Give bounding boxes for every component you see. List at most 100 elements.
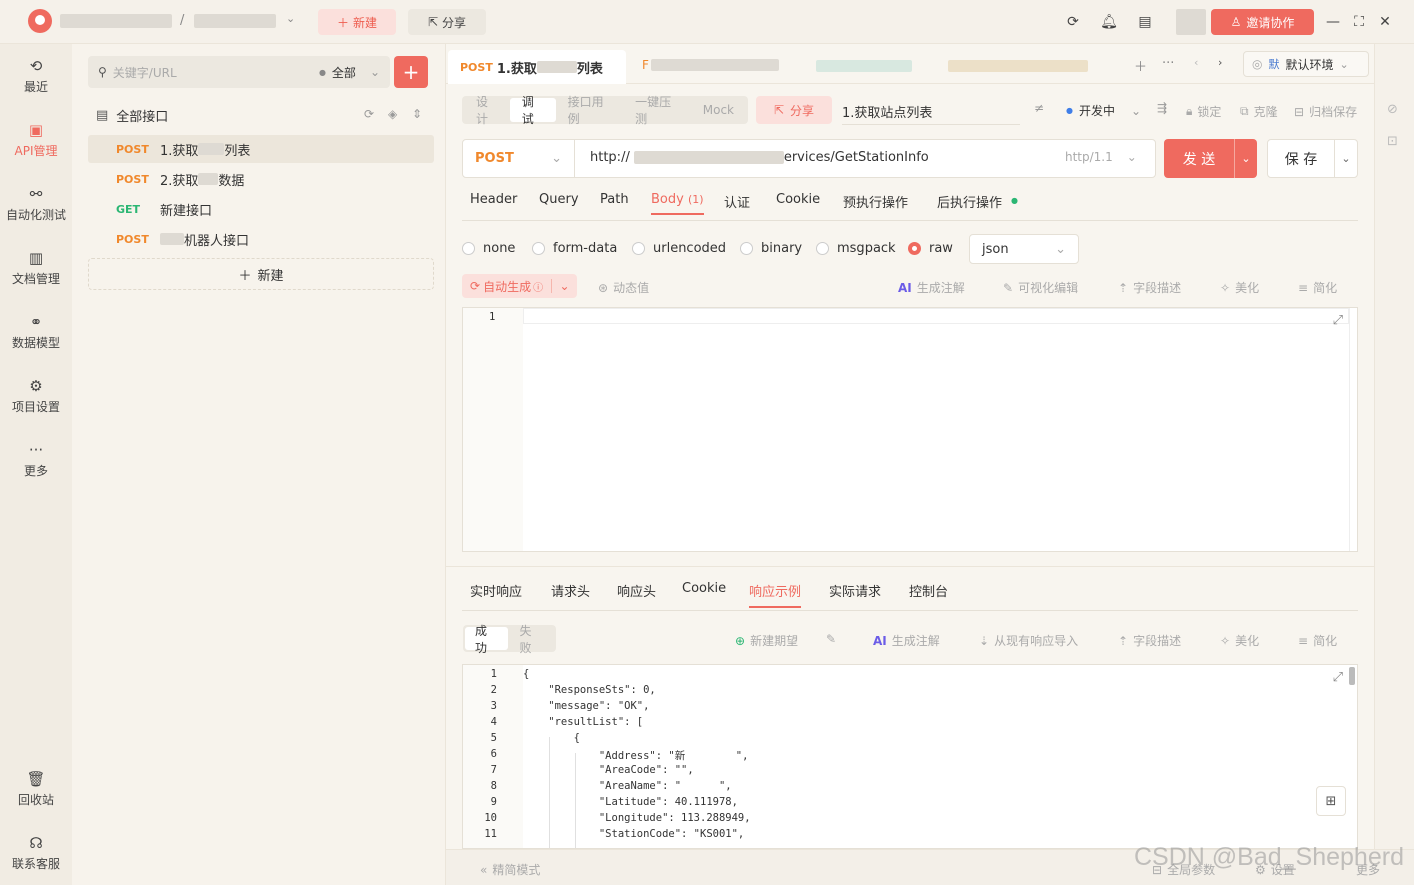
chevron-down-icon[interactable]: ⌄ bbox=[370, 65, 380, 79]
resp-ai-comment-button[interactable]: AI 生成注解 bbox=[873, 632, 940, 649]
tab-actual-request[interactable]: 实际请求 bbox=[829, 581, 881, 600]
save-button[interactable]: 保 存 ⌄ bbox=[1267, 139, 1358, 178]
chevron-down-icon[interactable]: ⌄ bbox=[286, 12, 295, 25]
radio-raw[interactable]: raw bbox=[908, 241, 953, 256]
new-button[interactable]: ＋新建 bbox=[318, 9, 396, 35]
check-circle-icon[interactable]: ⊘ bbox=[1387, 102, 1398, 117]
archive-button[interactable]: ⊟ 归档保存 bbox=[1294, 103, 1357, 120]
nav-settings[interactable]: ⚙ 项目设置 bbox=[0, 376, 72, 415]
refresh-icon[interactable]: ⟳ bbox=[1060, 9, 1086, 35]
tree-new-button[interactable]: ＋新建 bbox=[88, 258, 434, 290]
field-desc-button[interactable]: ⇡ 字段描述 bbox=[1118, 279, 1181, 296]
tree-item[interactable]: POST 1.获取 列表 bbox=[88, 135, 434, 163]
chevron-right-icon[interactable]: › bbox=[1218, 56, 1222, 69]
refresh-icon[interactable]: ⟳ bbox=[364, 107, 374, 121]
expand-icon[interactable]: ⤢ bbox=[1333, 670, 1343, 685]
radio-msgpack[interactable]: msgpack bbox=[816, 241, 896, 256]
scrollbar[interactable] bbox=[1349, 308, 1357, 551]
tab-active[interactable]: POST 1.获取 列表 bbox=[448, 50, 626, 84]
radio-urlencoded[interactable]: urlencoded bbox=[632, 241, 726, 256]
success-tab[interactable]: 成功 bbox=[465, 624, 508, 655]
env-select[interactable]: ◎ 默 默认环境 ⌄ bbox=[1243, 51, 1369, 77]
response-editor[interactable]: 1 {2 "ResponseSts": 0, 3 "message": "OK", 4… bbox=[462, 664, 1358, 849]
status-select[interactable]: ● 开发中 ⌄ bbox=[1066, 102, 1141, 119]
close-icon[interactable]: ✕ bbox=[1372, 9, 1398, 35]
maximize-icon[interactable]: ⛶ bbox=[1346, 9, 1372, 35]
tab-pre-actions[interactable]: 预执行操作 bbox=[843, 192, 908, 211]
outline-icon[interactable]: ⇶ bbox=[1157, 101, 1167, 115]
body-editor[interactable]: 1 ⤢ bbox=[462, 307, 1358, 552]
radio-form-data[interactable]: form-data bbox=[532, 241, 617, 256]
nav-more[interactable]: ··· 更多 bbox=[0, 440, 72, 479]
notes-icon[interactable]: ▤ bbox=[1132, 9, 1158, 35]
tree-item[interactable]: POST 2.获取 数据 bbox=[88, 165, 434, 193]
resp-beautify-button[interactable]: ✧ 美化 bbox=[1220, 632, 1259, 649]
import-response-button[interactable]: ⇣ 从现有响应导入 bbox=[979, 632, 1078, 649]
nav-models[interactable]: ⚭ 数据模型 bbox=[0, 312, 72, 351]
nav-support[interactable]: ☊ 联系客服 bbox=[0, 833, 72, 872]
mode-tab[interactable]: 一键压测 bbox=[623, 95, 691, 126]
bell-icon[interactable]: 🔔︎ bbox=[1096, 9, 1122, 35]
invite-button[interactable]: ♙ 邀请协作 bbox=[1211, 9, 1314, 35]
tab-path[interactable]: Path bbox=[600, 192, 629, 207]
tab-header[interactable]: Header bbox=[470, 192, 517, 207]
ai-comment-button[interactable]: AI 生成注解 bbox=[898, 279, 965, 296]
mode-tab[interactable]: 设计 bbox=[464, 95, 510, 126]
url-input[interactable]: http:// ervices/GetStationInfo bbox=[590, 150, 929, 165]
mode-tab[interactable]: 接口用例 bbox=[556, 95, 624, 126]
tab-live-response[interactable]: 实时响应 bbox=[470, 581, 522, 600]
compact-mode-toggle[interactable]: «精简模式 bbox=[480, 861, 540, 878]
nav-recent[interactable]: ⟲ 最近 bbox=[0, 56, 72, 95]
clone-button[interactable]: ⧉ 克隆 bbox=[1240, 103, 1278, 120]
share-button[interactable]: ⇱ 分享 bbox=[408, 9, 486, 35]
tree-item[interactable]: POST 机器人接口 bbox=[88, 225, 434, 253]
protocol-select[interactable]: http/1.1 ⌄ bbox=[1065, 150, 1137, 164]
add-api-button[interactable]: + bbox=[394, 56, 428, 88]
nav-trash[interactable]: 🗑︎ 回收站 bbox=[0, 769, 72, 808]
scrollbar[interactable] bbox=[1349, 667, 1355, 685]
edit-icon[interactable]: ✎ bbox=[826, 632, 836, 646]
chevron-down-icon[interactable]: ⌄ bbox=[1334, 140, 1357, 177]
tree-root[interactable]: ▤ 全部接口 bbox=[96, 106, 168, 125]
new-expect-button[interactable]: ⊕ 新建期望 bbox=[735, 632, 798, 649]
fail-tab[interactable]: 失败 bbox=[508, 622, 555, 656]
nav-api[interactable]: ▣ API管理 bbox=[0, 120, 72, 159]
mode-tab[interactable]: 调试 bbox=[509, 95, 556, 126]
visual-edit-button[interactable]: ✎ 可视化编辑 bbox=[1003, 279, 1078, 296]
avatar[interactable] bbox=[1176, 9, 1206, 35]
tab-more-icon[interactable]: ··· bbox=[1162, 56, 1174, 71]
chevron-down-icon[interactable]: ⌄ bbox=[551, 279, 577, 293]
search-input[interactable]: ⚲ 关键字/URL ● 全部 ⌄ bbox=[88, 56, 390, 88]
beautify-button[interactable]: ✧ 美化 bbox=[1220, 279, 1259, 296]
tab-second[interactable]: F bbox=[642, 58, 779, 72]
tree-item[interactable]: GET 新建接口 bbox=[88, 195, 434, 223]
tab-request-headers[interactable]: 请求头 bbox=[551, 581, 590, 600]
tab-resp-cookie[interactable]: Cookie bbox=[682, 581, 726, 596]
tab-auth[interactable]: 认证 bbox=[724, 192, 750, 211]
sort-icon[interactable]: ⇕ bbox=[412, 107, 422, 121]
tab-response-example[interactable]: 响应示例 bbox=[749, 581, 802, 608]
project-name-blurred[interactable] bbox=[194, 14, 276, 28]
layout-toggle-button[interactable]: ⊞ bbox=[1316, 786, 1346, 816]
team-name-blurred[interactable] bbox=[60, 14, 172, 28]
send-button[interactable]: 发 送 ⌄ bbox=[1164, 139, 1257, 178]
resp-field-desc-button[interactable]: ⇡ 字段描述 bbox=[1118, 632, 1181, 649]
tab-response-headers[interactable]: 响应头 bbox=[617, 581, 656, 600]
expand-icon[interactable]: ⤢ bbox=[1333, 313, 1343, 328]
simplify-button[interactable]: ≡ 简化 bbox=[1298, 279, 1337, 296]
locate-icon[interactable]: ◈ bbox=[388, 107, 397, 121]
format-select[interactable]: json ⌄ bbox=[969, 234, 1079, 264]
lock-button[interactable]: 🔒︎ 锁定 bbox=[1186, 103, 1221, 120]
auto-generate-button[interactable]: ⟳ 自动生成 ⓘ ⌄ bbox=[462, 274, 577, 298]
tab-fourth[interactable] bbox=[948, 60, 1088, 72]
minimize-icon[interactable]: — bbox=[1320, 9, 1346, 35]
method-select[interactable]: POST ⌄ bbox=[463, 140, 575, 177]
dynamic-value-button[interactable]: ⊛ 动态值 bbox=[598, 279, 649, 296]
tab-third[interactable] bbox=[816, 60, 912, 72]
tab-query[interactable]: Query bbox=[539, 192, 579, 207]
tab-body[interactable]: Body (1) bbox=[651, 192, 704, 215]
code-icon[interactable]: ⊡ bbox=[1387, 134, 1398, 149]
resp-simplify-button[interactable]: ≡ 简化 bbox=[1298, 632, 1337, 649]
nav-automation[interactable]: ⚯ 自动化测试 bbox=[0, 184, 72, 223]
format-icon[interactable]: ≠ bbox=[1034, 101, 1044, 115]
